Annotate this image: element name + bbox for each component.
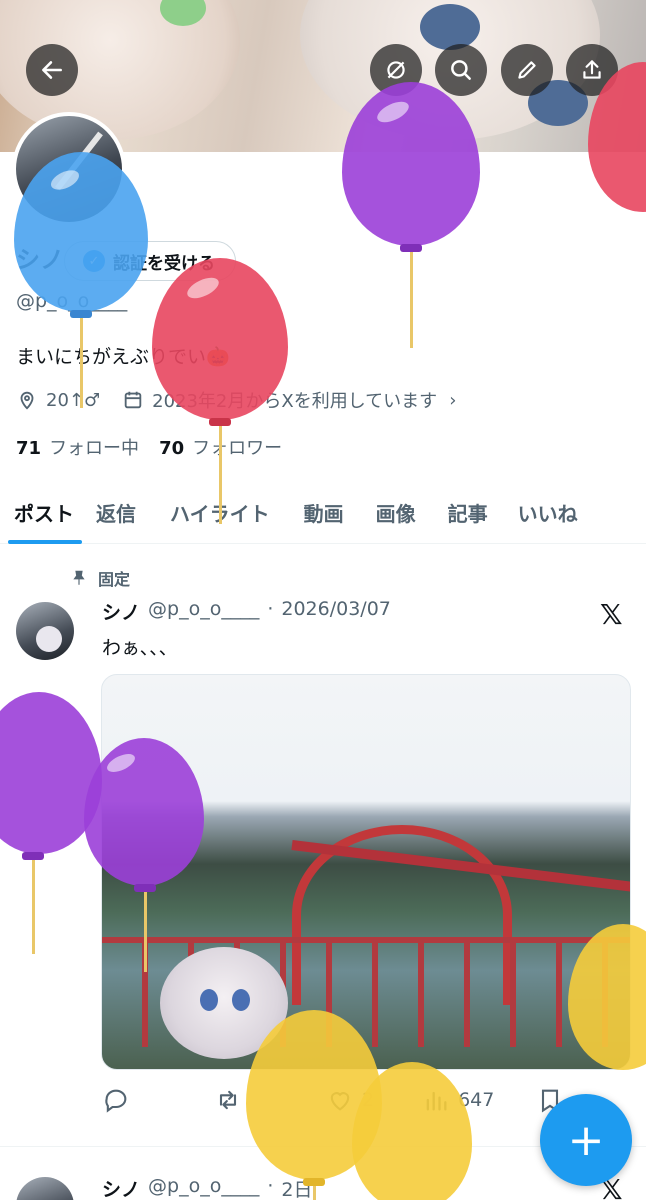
plush-eye bbox=[232, 989, 250, 1011]
get-verified-button[interactable]: ✓ 認証を受ける bbox=[64, 241, 236, 281]
profile-tabs: ポスト 返信 ハイライト 動画 画像 記事 いいね bbox=[0, 482, 646, 544]
views-count: 647 bbox=[458, 1089, 495, 1111]
mute-button[interactable] bbox=[370, 44, 422, 96]
share-button[interactable] bbox=[566, 44, 618, 96]
followers-count: 70 bbox=[159, 438, 185, 459]
tab-videos[interactable]: 動画 bbox=[304, 482, 344, 544]
following-count: 71 bbox=[16, 438, 42, 459]
chevron-right-icon[interactable]: › bbox=[449, 390, 456, 411]
edit-button[interactable] bbox=[501, 44, 553, 96]
x-logo-icon: 𝕏 bbox=[600, 598, 623, 631]
followers-label: フォロワー bbox=[192, 438, 283, 459]
post-avatar[interactable] bbox=[16, 1177, 74, 1200]
edit-icon bbox=[518, 61, 536, 79]
views-icon bbox=[426, 1091, 447, 1111]
post-author-handle[interactable]: @p_o_o____ bbox=[148, 1175, 259, 1200]
profile-meta: 20↑♂ 2023年2月からXを利用しています › bbox=[16, 387, 456, 413]
tab-articles[interactable]: 記事 bbox=[448, 482, 488, 544]
search-button[interactable] bbox=[435, 44, 487, 96]
followers-link[interactable]: 70 フォロワー bbox=[159, 434, 282, 460]
back-button[interactable] bbox=[26, 44, 78, 96]
post-header: シノ @p_o_o____ · 2026/03/07 bbox=[102, 598, 391, 625]
profile-name: シノ bbox=[16, 246, 64, 274]
views-button[interactable]: 647 bbox=[422, 1086, 494, 1114]
post-dot: · bbox=[267, 598, 274, 620]
profile-location: 20↑♂ bbox=[46, 389, 101, 411]
plush-doll bbox=[160, 947, 288, 1059]
pinned-indicator: 固定 bbox=[70, 566, 130, 590]
profile-bio: まいにちがえぶりでい🎃 bbox=[16, 346, 230, 368]
post-image[interactable] bbox=[101, 674, 631, 1070]
post-text: わぁ、、、 bbox=[102, 637, 178, 659]
reply-button[interactable] bbox=[102, 1086, 130, 1114]
reply-icon bbox=[105, 1089, 127, 1113]
post-header: シノ @p_o_o____ · 2日 bbox=[102, 1175, 312, 1200]
location-pin-icon bbox=[20, 391, 34, 410]
post-author-handle[interactable]: @p_o_o____ bbox=[148, 598, 259, 625]
banner-eye bbox=[420, 4, 480, 50]
post-avatar[interactable] bbox=[16, 602, 74, 660]
following-label: フォロー中 bbox=[49, 438, 140, 459]
post-author-name[interactable]: シノ bbox=[102, 598, 140, 625]
compose-post-button[interactable]: + bbox=[540, 1094, 632, 1186]
tab-replies[interactable]: 返信 bbox=[96, 482, 136, 544]
share-icon bbox=[583, 60, 601, 79]
post-author-name[interactable]: シノ bbox=[102, 1175, 140, 1200]
search-icon bbox=[451, 60, 471, 80]
like-count: 2 bbox=[362, 1089, 375, 1111]
like-button[interactable]: 2 bbox=[326, 1086, 374, 1114]
heart-icon bbox=[330, 1092, 350, 1111]
calendar-icon bbox=[124, 391, 142, 409]
get-verified-label: 認証を受ける bbox=[113, 253, 215, 274]
follow-stats: 71 フォロー中 70 フォロワー bbox=[16, 434, 282, 460]
pin-icon bbox=[73, 570, 85, 585]
repost-button[interactable] bbox=[214, 1086, 242, 1114]
profile-handle: @p_o_o____ bbox=[16, 290, 128, 312]
post-dot: · bbox=[267, 1175, 274, 1197]
repost-icon bbox=[219, 1090, 237, 1110]
post-time[interactable]: 2日 bbox=[281, 1175, 312, 1200]
balloon-purple bbox=[0, 692, 102, 962]
mute-icon bbox=[387, 61, 405, 79]
profile-avatar[interactable] bbox=[12, 112, 126, 226]
following-link[interactable]: 71 フォロー中 bbox=[16, 434, 139, 460]
tab-likes[interactable]: いいね bbox=[518, 482, 578, 544]
plush-eye bbox=[200, 989, 218, 1011]
verified-badge-icon: ✓ bbox=[83, 250, 105, 272]
post-date[interactable]: 2026/03/07 bbox=[281, 598, 391, 625]
tab-posts[interactable]: ポスト bbox=[8, 482, 82, 544]
tab-highlights[interactable]: ハイライト bbox=[170, 482, 270, 544]
back-arrow-icon bbox=[42, 61, 62, 79]
tab-photos[interactable]: 画像 bbox=[376, 482, 416, 544]
profile-joined: 2023年2月からXを利用しています bbox=[152, 391, 438, 412]
pinned-label: 固定 bbox=[98, 570, 131, 589]
